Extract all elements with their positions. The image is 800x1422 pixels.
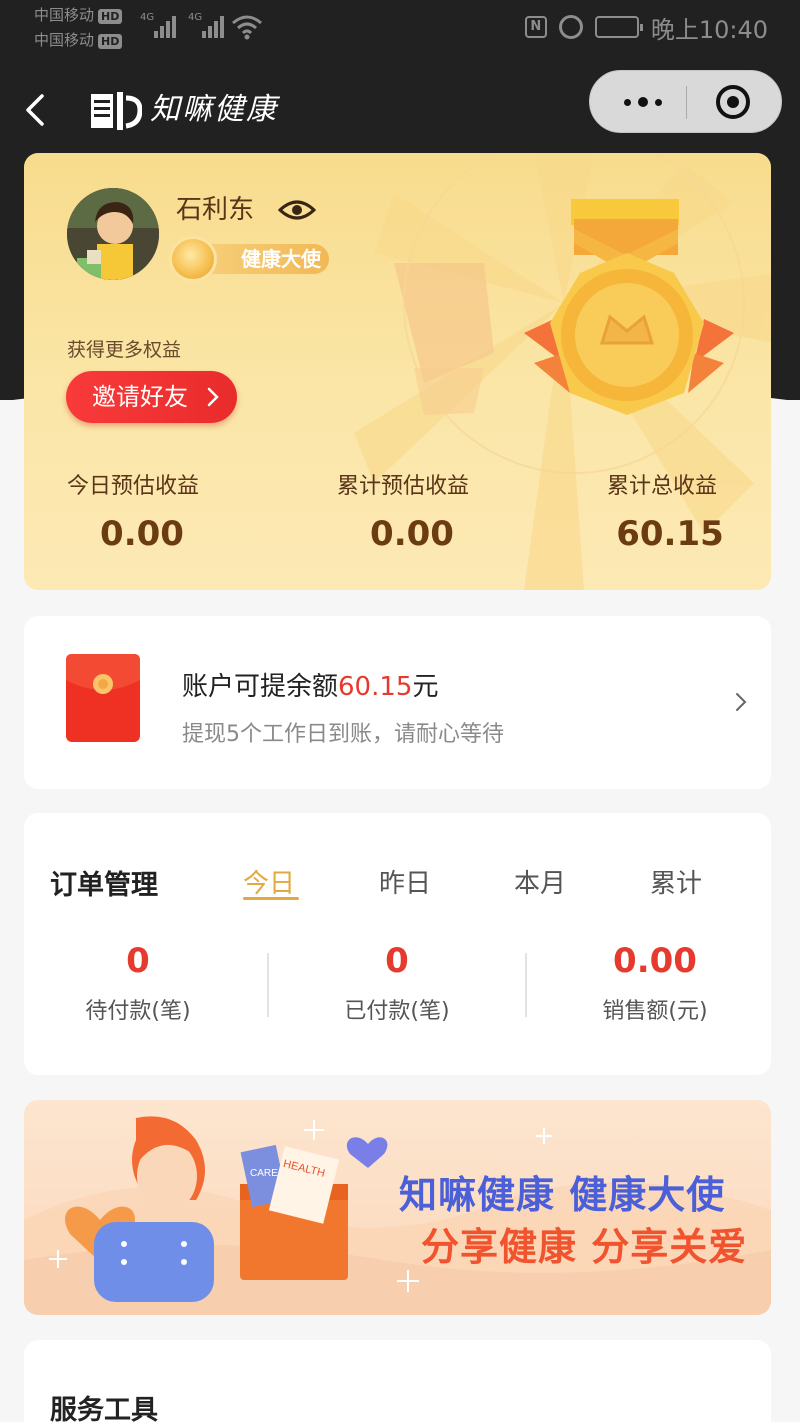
medal-icon <box>524 199 734 415</box>
clock-time: 晚上10:40 <box>650 15 768 44</box>
carrier-label: 中国移动 HD <box>34 31 123 49</box>
crown-icon <box>169 236 217 282</box>
section-title: 服务工具 <box>50 1395 158 1422</box>
back-icon[interactable] <box>18 90 58 130</box>
balance-title: 账户可提余额60.15元 <box>182 672 439 702</box>
close-icon[interactable] <box>716 85 750 119</box>
today-earnings: 今日预估收益 0.00 <box>67 474 200 554</box>
sales-amount-stat[interactable]: 0.00 销售额(元) <box>535 941 775 1025</box>
carrier-label: 中国移动 HD <box>34 6 123 24</box>
divider <box>267 953 269 1017</box>
profile-card: 石利东 健康大使 获得更多权益 邀请好友 今日预估收益 0.00 累计预估收益 … <box>24 153 771 590</box>
badge-label: 健康大使 <box>241 247 321 271</box>
battery-icon <box>594 16 643 38</box>
promo-banner[interactable]: CARE HEALTH 知嘛健康 健康大使 分享健康 分享关爱 <box>24 1100 771 1315</box>
nfc-icon: N <box>524 16 547 38</box>
avatar[interactable] <box>67 188 159 280</box>
alarm-icon <box>558 15 583 39</box>
banner-headline: 知嘛健康 健康大使 <box>399 1173 726 1217</box>
active-tab-indicator <box>243 897 299 900</box>
tab-this-month[interactable]: 本月 <box>514 863 566 900</box>
signal-icon: 4G <box>140 12 176 38</box>
avatar-image <box>67 188 159 280</box>
eye-icon[interactable] <box>278 196 316 224</box>
more-icon[interactable] <box>602 71 686 134</box>
status-bar: 中国移动 HD 中国移动 HD 4G 4G N 晚上10:40 <box>0 0 800 56</box>
nav-bar: 知嘛健康 <box>0 70 800 150</box>
tab-cumulative[interactable]: 累计 <box>650 863 702 900</box>
brand-logo-icon <box>91 92 142 130</box>
tab-today[interactable]: 今日 <box>243 863 295 900</box>
care-card-label: CARE <box>250 1168 278 1179</box>
balance-amount: 60.15 <box>338 672 413 702</box>
app-title: 知嘛健康 <box>150 92 278 127</box>
pending-payment-stat[interactable]: 0 待付款(笔) <box>18 941 258 1025</box>
earnings-summary: 今日预估收益 0.00 累计预估收益 0.00 累计总收益 60.15 <box>24 468 771 568</box>
hd-badge: HD <box>98 9 123 24</box>
cumulative-estimated-earnings: 累计预估收益 0.00 <box>337 474 470 554</box>
banner-subheadline: 分享健康 分享关爱 <box>421 1225 748 1269</box>
withdraw-notice: 提现5个工作日到账，请耐心等待 <box>182 722 504 747</box>
hd-badge: HD <box>98 34 123 49</box>
signal-icon: 4G <box>188 12 224 38</box>
ambassador-badge: 健康大使 <box>169 236 333 282</box>
chevron-right-icon <box>736 693 747 711</box>
red-envelope-icon <box>66 654 140 742</box>
section-title: 订单管理 <box>50 870 158 901</box>
wifi-icon <box>232 15 262 40</box>
total-earnings: 累计总收益 60.15 <box>607 474 724 554</box>
withdrawable-balance-card[interactable]: 账户可提余额60.15元 提现5个工作日到账，请耐心等待 <box>24 616 771 789</box>
service-tools-card: 服务工具 <box>24 1340 771 1422</box>
invite-friends-button[interactable]: 邀请好友 <box>66 371 237 423</box>
miniprogram-capsule <box>589 70 782 133</box>
user-name: 石利东 <box>176 195 255 225</box>
order-management-card: 订单管理 今日 昨日 本月 累计 0 待付款(笔) 0 已付款(笔) 0.00 … <box>24 813 771 1075</box>
capsule-divider <box>686 86 687 119</box>
paid-stat[interactable]: 0 已付款(笔) <box>277 941 517 1025</box>
tab-yesterday[interactable]: 昨日 <box>379 863 431 900</box>
chevron-right-icon <box>207 387 219 407</box>
divider <box>525 953 527 1017</box>
more-benefits-label: 获得更多权益 <box>67 339 182 361</box>
